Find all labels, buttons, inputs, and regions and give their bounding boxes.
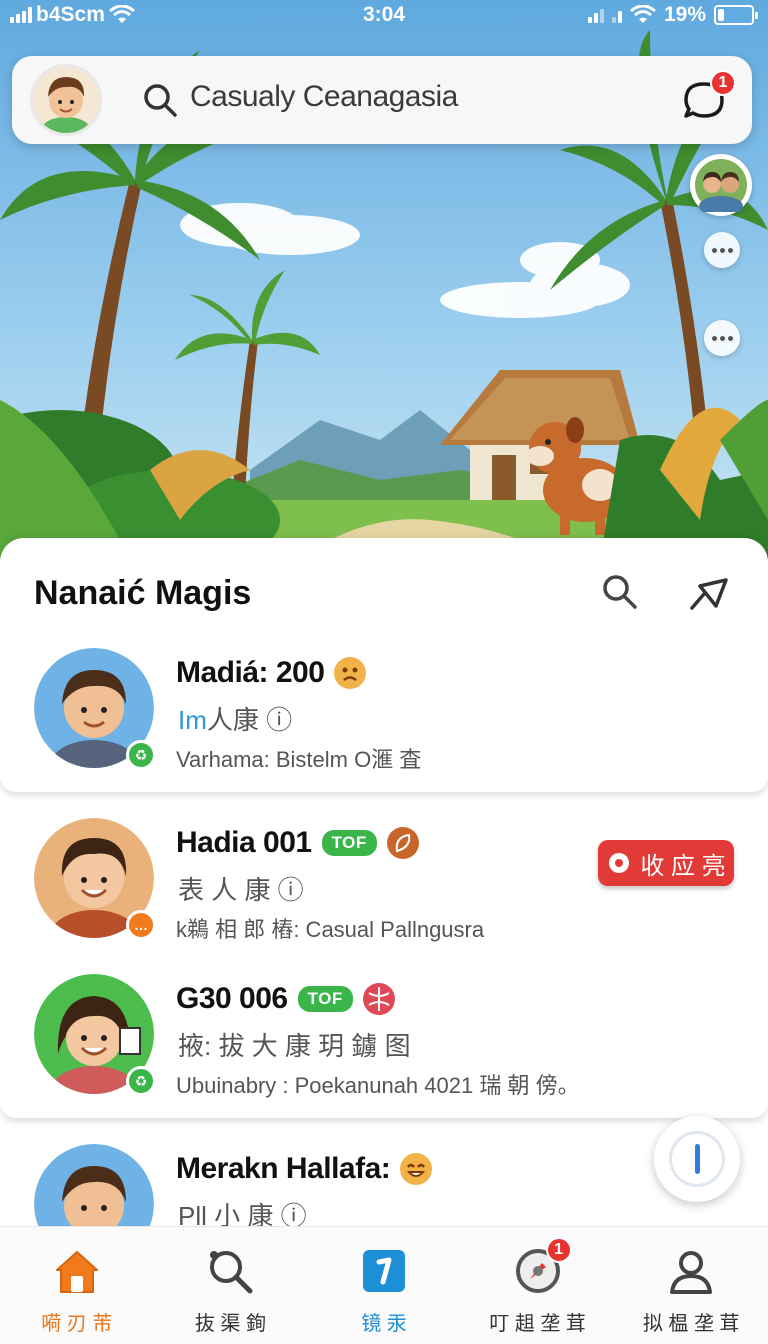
sad-face-icon: [334, 657, 367, 689]
battery-percent: 19%: [663, 3, 706, 26]
contact-description: k鵜 相 郎 樁: Casual Pallngusra: [176, 917, 485, 942]
nav-item-home[interactable]: 嗬 刃 芾: [0, 1227, 154, 1344]
tof-tag: TOF: [297, 986, 353, 1012]
content-panel: Nanaić Magis ♻ Madiá: 200 Im人康 ⓘ Varhama…: [0, 538, 768, 1344]
nav-item-profile[interactable]: 拟 榅 垄 茸: [614, 1227, 768, 1344]
compass-icon: 1: [512, 1237, 572, 1297]
floating-action-button[interactable]: [654, 1116, 740, 1202]
contact-subtitle: 掖: 拔 大 康 玥 鐪 图: [178, 1031, 411, 1061]
home-icon: [51, 1245, 103, 1297]
recycle-status-icon: ♻: [126, 1066, 156, 1096]
contact-name: Merakn Hallafa:: [176, 1152, 391, 1185]
panel-search-icon[interactable]: [600, 572, 640, 612]
cellular-icon: [587, 7, 604, 23]
search-icon: [204, 1245, 256, 1297]
group-avatar-button[interactable]: [690, 154, 752, 216]
nav-label: 抜 渠 銁: [194, 1313, 266, 1335]
more-dots-icon: [711, 247, 733, 253]
nav-item-discover[interactable]: 1 叮 趄 垄 茸: [461, 1227, 615, 1344]
status-bar: b4Scm 3:04 19%: [0, 0, 768, 34]
tof-tag: TOF: [321, 830, 377, 856]
notification-badge: 1: [710, 70, 736, 96]
group-avatar-icon: [695, 159, 747, 212]
info-icon: [669, 1131, 725, 1187]
panel-title: Nanaić Magis: [34, 574, 252, 612]
cellular-2-icon: [611, 7, 622, 23]
contact-subtitle: Im人康 ⓘ: [178, 705, 293, 735]
bottom-navigation: 嗬 刃 芾 抜 渠 銁 镜 汞 1 叮 趄 垄 茸 拟 榅 垄 茸: [0, 1226, 768, 1344]
contact-subtitle: 表 人 康 ⓘ: [178, 875, 304, 905]
pin-icon[interactable]: [686, 572, 730, 612]
list-item[interactable]: ♻ G30 006 TOF 掖: 拔 大 康 玥 鐪 图 Ubuinabry :…: [0, 964, 768, 1118]
options-dots-icon: [711, 335, 733, 341]
nav-label: 拟 榅 垄 茸: [642, 1313, 740, 1335]
profile-icon: [665, 1245, 717, 1297]
list-item[interactable]: ♻ Madiá: 200 Im人康 ⓘ Varhama: Bistelm O滙 …: [0, 638, 768, 792]
nav-label: 嗬 刃 芾: [41, 1313, 113, 1335]
ball-icon: [362, 983, 395, 1015]
options-button[interactable]: [704, 320, 740, 356]
battery-icon: [714, 5, 758, 25]
search-icon[interactable]: [142, 82, 178, 118]
nav-item-tasks[interactable]: 镜 汞: [307, 1227, 461, 1344]
leaf-icon: [386, 827, 419, 859]
list-item[interactable]: … Hadia 001 TOF 表 人 康 ⓘ k鵜 相 郎 樁: Casual…: [0, 808, 768, 968]
nav-badge: 1: [545, 1237, 572, 1263]
search-bar[interactable]: Casualy Ceanagasia 1: [12, 56, 752, 144]
follow-button-label: 收 应 亮: [640, 852, 726, 880]
contact-name: G30 006: [176, 982, 288, 1015]
nav-label: 镜 汞: [361, 1313, 407, 1335]
contact-name: Madiá: 200: [176, 656, 325, 689]
wifi-icon: [630, 5, 656, 23]
search-input[interactable]: Casualy Ceanagasia: [190, 80, 458, 114]
user-avatar[interactable]: [30, 64, 102, 136]
contact-description: Varhama: Bistelm O滙 査: [176, 747, 422, 772]
grin-face-icon: [400, 1153, 433, 1185]
contact-description: Ubuinabry : Poekanunah 4021 瑞 朝 傍。: [176, 1073, 580, 1098]
chat-status-icon: …: [126, 910, 156, 940]
recycle-status-icon: ♻: [126, 740, 156, 770]
task-icon: [358, 1245, 410, 1297]
nav-item-search[interactable]: 抜 渠 銁: [154, 1227, 308, 1344]
more-button[interactable]: [704, 232, 740, 268]
contact-name: Hadia 001: [176, 826, 312, 859]
chat-button[interactable]: 1: [680, 70, 736, 126]
follow-button[interactable]: 收 应 亮: [598, 840, 734, 886]
gear-icon: [609, 853, 630, 873]
nav-label: 叮 趄 垄 茸: [489, 1313, 586, 1335]
